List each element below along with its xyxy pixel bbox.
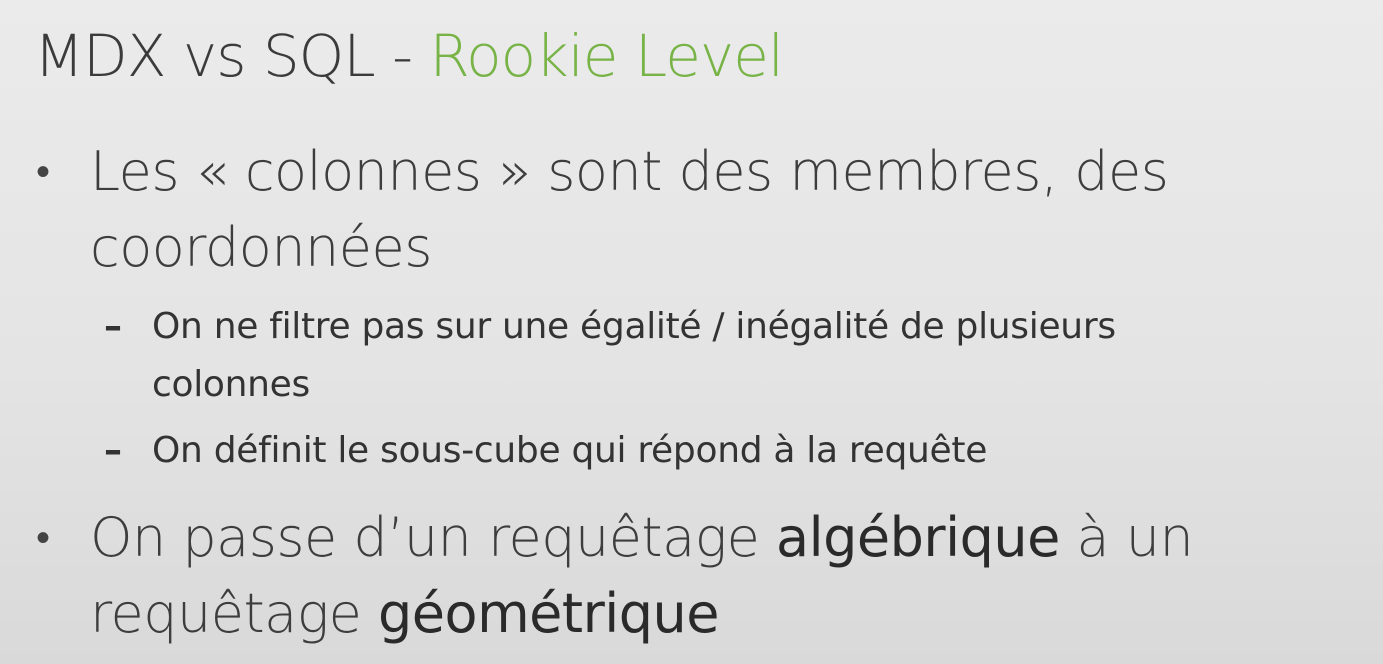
bullet-segment: requêtage bbox=[90, 582, 379, 645]
bullet-item-2: • On passe d’un requêtage algébrique à u… bbox=[36, 500, 1336, 652]
sub-bullet-line: On ne filtre pas sur une égalité / inéga… bbox=[152, 306, 1116, 347]
sub-bullet-marker: – bbox=[104, 306, 122, 347]
sub-item-1: – On ne filtre pas sur une égalité / iné… bbox=[104, 298, 1334, 414]
bullet-line: coordonnées bbox=[90, 216, 432, 279]
slide-title: MDX vs SQL - Rookie Level bbox=[34, 18, 784, 94]
sub-bullet-text: On ne filtre pas sur une égalité / inéga… bbox=[152, 298, 1334, 414]
bullet-segment: à un bbox=[1059, 506, 1194, 569]
sub-bullet-marker: – bbox=[104, 430, 122, 471]
bullet-marker: • bbox=[36, 515, 51, 561]
sub-bullet-line: colonnes bbox=[152, 364, 310, 405]
emphasis-geometrique: géométrique bbox=[378, 582, 719, 645]
slide: MDX vs SQL - Rookie Level • Les « colonn… bbox=[0, 0, 1383, 664]
sub-bullet-line: On définit le sous-cube qui répond à la … bbox=[152, 430, 988, 471]
sub-item-2: – On définit le sous-cube qui répond à l… bbox=[104, 422, 1334, 480]
emphasis-algebrique: algébrique bbox=[776, 506, 1060, 569]
sub-bullet-text: On définit le sous-cube qui répond à la … bbox=[152, 422, 1334, 480]
title-main: MDX vs SQL - bbox=[34, 22, 430, 90]
bullet-item-1: • Les « colonnes » sont des membres, des… bbox=[36, 134, 1336, 286]
bullet-line: Les « colonnes » sont des membres, des bbox=[90, 140, 1169, 203]
title-accent: Rookie Level bbox=[429, 22, 784, 90]
bullet-marker: • bbox=[36, 149, 51, 195]
bullet-text: Les « colonnes » sont des membres, des c… bbox=[90, 134, 1336, 286]
bullet-segment: On passe d’un requêtage bbox=[90, 506, 776, 569]
bullet-text: On passe d’un requêtage algébrique à un … bbox=[90, 500, 1336, 652]
